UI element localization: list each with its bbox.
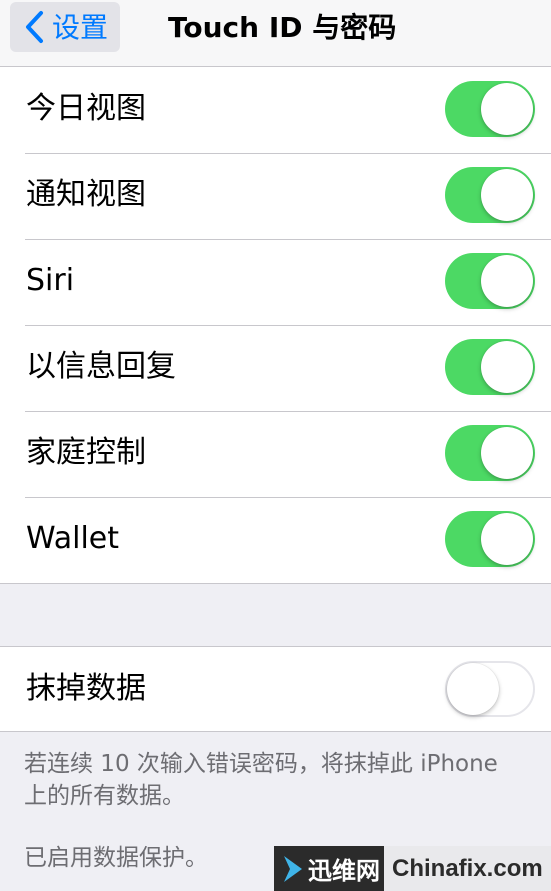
toggle-knob xyxy=(481,255,533,307)
row-wallet: Wallet xyxy=(0,497,551,583)
watermark-logo: 迅维网 xyxy=(274,846,384,891)
toggle-knob xyxy=(481,427,533,479)
back-button-label: 设置 xyxy=(52,11,109,44)
toggle-knob xyxy=(481,169,533,221)
reply-with-message-toggle[interactable] xyxy=(445,339,535,395)
row-label: Siri xyxy=(26,263,75,298)
arrow-right-icon xyxy=(284,855,302,882)
erase-data-footnote: 若连续 10 次输入错误密码，将抹掉此 iPhone 上的所有数据。 xyxy=(24,751,498,809)
row-home-control: 家庭控制 xyxy=(0,411,551,497)
toggle-knob xyxy=(481,513,533,565)
row-notification-view: 通知视图 xyxy=(0,153,551,239)
notification-view-toggle[interactable] xyxy=(445,167,535,223)
row-label: 家庭控制 xyxy=(26,435,146,470)
page-title: Touch ID 与密码 xyxy=(168,11,397,44)
row-today-view: 今日视图 xyxy=(0,67,551,153)
toggle-knob xyxy=(447,663,499,715)
row-reply-with-message: 以信息回复 xyxy=(0,325,551,411)
row-label: 以信息回复 xyxy=(26,349,176,384)
siri-toggle[interactable] xyxy=(445,253,535,309)
row-siri: Siri xyxy=(0,239,551,325)
home-control-toggle[interactable] xyxy=(445,425,535,481)
erase-data-group: 抹掉数据 xyxy=(0,646,551,732)
chevron-left-icon xyxy=(26,11,43,43)
watermark-left-text: 迅维网 xyxy=(308,857,380,885)
data-protection-footnote: 已启用数据保护。 xyxy=(24,845,208,871)
erase-data-toggle[interactable] xyxy=(445,661,535,717)
wallet-toggle[interactable] xyxy=(445,511,535,567)
allow-access-group: 今日视图 通知视图 Siri 以信息回复 家庭控制 Wallet xyxy=(0,67,551,584)
row-label: 今日视图 xyxy=(26,91,146,126)
toggle-knob xyxy=(481,341,533,393)
watermark: 迅维网 Chinafix.com xyxy=(274,846,551,891)
row-erase-data: 抹掉数据 xyxy=(0,647,551,733)
navigation-bar: 设置 Touch ID 与密码 xyxy=(0,0,551,67)
today-view-toggle[interactable] xyxy=(445,81,535,137)
row-label: 抹掉数据 xyxy=(26,671,146,706)
watermark-site: Chinafix.com xyxy=(384,846,551,891)
row-label: 通知视图 xyxy=(26,177,146,212)
row-label: Wallet xyxy=(26,521,120,556)
back-button[interactable]: 设置 xyxy=(10,2,120,52)
toggle-knob xyxy=(481,83,533,135)
